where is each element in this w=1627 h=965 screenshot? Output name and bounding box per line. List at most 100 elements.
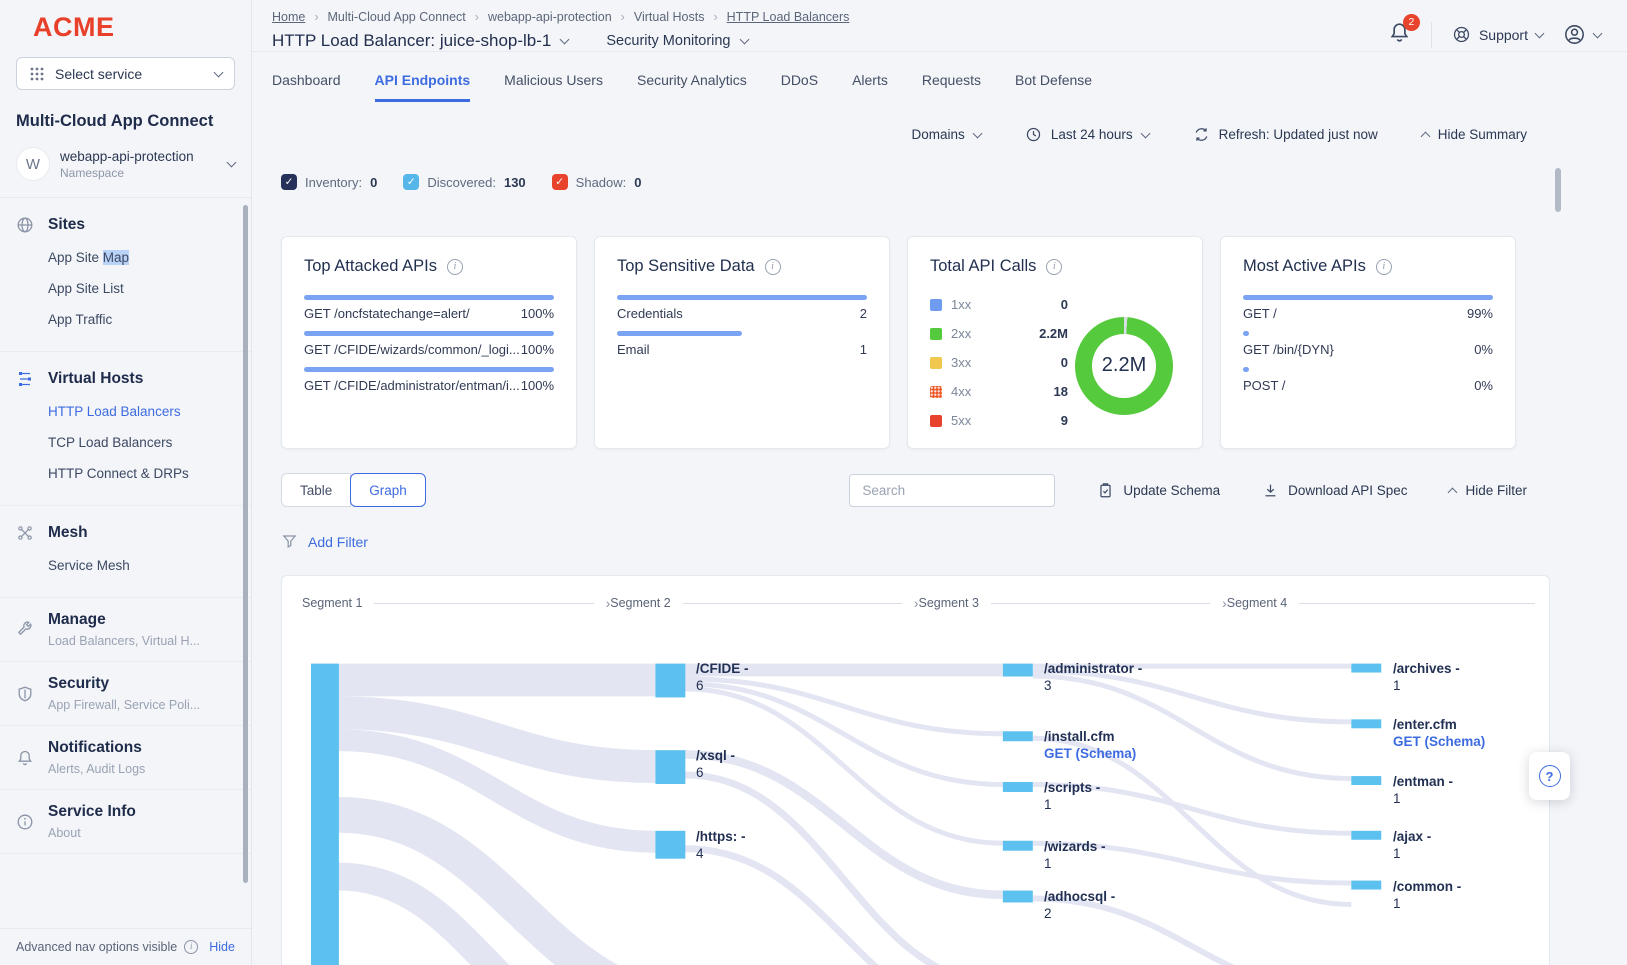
add-filter-label: Add Filter <box>308 534 368 550</box>
account-menu[interactable] <box>1563 23 1601 46</box>
breadcrumb-home[interactable]: Home <box>272 10 305 24</box>
sankey-label-common[interactable]: /common -1 <box>1393 878 1461 912</box>
tab-bot-defense[interactable]: Bot Defense <box>1015 72 1092 102</box>
hide-nav-link[interactable]: Hide <box>209 940 235 954</box>
page-title: HTTP Load Balancer: juice-shop-lb-1 <box>272 31 551 51</box>
info-icon[interactable]: i <box>1376 259 1392 275</box>
legend-label: 5xx <box>951 413 971 428</box>
page-title-dropdown[interactable]: HTTP Load Balancer: juice-shop-lb-1 <box>272 31 568 51</box>
sankey-label-ajax[interactable]: /ajax -1 <box>1393 828 1431 862</box>
toggle-shadow[interactable]: ✓Shadow: 0 <box>552 174 642 190</box>
tab-ddos[interactable]: DDoS <box>781 72 818 102</box>
api-endpoints-graph-panel: Segment 1›Segment 2›Segment 3›Segment 4 … <box>281 575 1550 965</box>
sidebar-group-service-info[interactable]: Service InfoAbout <box>0 790 251 854</box>
namespace-selector[interactable]: W webapp-api-protection Namespace <box>0 147 251 197</box>
update-schema-button[interactable]: Update Schema <box>1097 482 1220 499</box>
sidebar-item-app-traffic[interactable]: App Traffic <box>48 304 251 335</box>
time-range-dropdown[interactable]: Last 24 hours <box>1025 126 1149 143</box>
api-bar-row: GET /CFIDE/wizards/common/_logi...100% <box>304 331 554 357</box>
graph-view-button[interactable]: Graph <box>350 473 426 507</box>
endpoint-name: /xsql - <box>696 747 735 764</box>
sidebar-item-http-load-balancers[interactable]: HTTP Load Balancers <box>48 396 251 427</box>
refresh-label: Refresh: Updated just now <box>1219 127 1378 142</box>
add-filter-button[interactable]: Add Filter <box>281 533 1527 550</box>
support-menu[interactable]: Support <box>1452 25 1543 44</box>
sidebar-item-app-site-map[interactable]: App Site Map <box>48 242 251 273</box>
segment-line <box>991 603 1210 604</box>
sidebar-item-tcp-load-balancers[interactable]: TCP Load Balancers <box>48 427 251 458</box>
shadow-checkbox[interactable]: ✓ <box>552 174 568 190</box>
sankey-label-wizards[interactable]: /wizards -1 <box>1044 838 1106 872</box>
sankey-label-entman[interactable]: /entman -1 <box>1393 773 1453 807</box>
sidebar-nav: SitesApp Site MapApp Site ListApp Traffi… <box>0 197 251 928</box>
sankey-label-enter-cfm[interactable]: /enter.cfmGET (Schema) <box>1393 716 1485 750</box>
tab-requests[interactable]: Requests <box>922 72 981 102</box>
breadcrumb-http-load-balancers[interactable]: HTTP Load Balancers <box>727 10 850 24</box>
tab-malicious-users[interactable]: Malicious Users <box>504 72 603 102</box>
schema-link[interactable]: GET (Schema) <box>1393 733 1485 750</box>
sidebar-scrollbar[interactable] <box>243 205 248 883</box>
breadcrumb-virtual-hosts[interactable]: Virtual Hosts <box>634 10 705 24</box>
3xx-swatch <box>930 357 942 369</box>
api-path: Email <box>617 342 650 357</box>
help-button[interactable]: ? <box>1529 752 1570 800</box>
discovered-checkbox[interactable]: ✓ <box>403 174 419 190</box>
sidebar-group-notifications[interactable]: NotificationsAlerts, Audit Logs <box>0 726 251 790</box>
tab-security-analytics[interactable]: Security Analytics <box>637 72 747 102</box>
sidebar-section-mesh: MeshService Mesh <box>0 506 251 598</box>
search-input[interactable] <box>849 474 1055 507</box>
download-api-spec-label: Download API Spec <box>1288 483 1407 498</box>
sankey-label-archives[interactable]: /archives -1 <box>1393 660 1460 694</box>
sidebar-section-head-mesh[interactable]: Mesh <box>0 514 251 548</box>
sidebar-item-service-mesh[interactable]: Service Mesh <box>48 550 251 581</box>
sankey-label-https[interactable]: /https: -4 <box>696 828 746 862</box>
topbar: Home›Multi-Cloud App Connect›webapp-api-… <box>252 0 1627 52</box>
tab-alerts[interactable]: Alerts <box>852 72 888 102</box>
sidebar-section-head-virtual-hosts[interactable]: Virtual Hosts <box>0 360 251 394</box>
segment-line <box>683 603 902 604</box>
notifications-button[interactable]: 2 <box>1388 21 1411 49</box>
sidebar-group-security[interactable]: SecurityApp Firewall, Service Poli... <box>0 662 251 726</box>
hide-filter-button[interactable]: Hide Filter <box>1449 483 1527 498</box>
bar-fill <box>1243 367 1249 372</box>
tab-dashboard[interactable]: Dashboard <box>272 72 341 102</box>
info-icon[interactable]: i <box>1046 259 1062 275</box>
bar-fill <box>304 295 554 300</box>
sidebar-item-http-connect-drps[interactable]: HTTP Connect & DRPs <box>48 458 251 489</box>
sankey-label-administrator[interactable]: /administrator -3 <box>1044 660 1142 694</box>
table-view-button[interactable]: Table <box>281 473 351 507</box>
legend-item-2xx: 2xx2.2M <box>930 319 1068 348</box>
sankey-label-scripts[interactable]: /scripts -1 <box>1044 779 1100 813</box>
breadcrumb-multi-cloud-app-connect[interactable]: Multi-Cloud App Connect <box>328 10 466 24</box>
tab-api-endpoints[interactable]: API Endpoints <box>375 72 471 102</box>
sidebar-group-manage[interactable]: ManageLoad Balancers, Virtual H... <box>0 598 251 662</box>
info-icon[interactable]: i <box>447 259 463 275</box>
breadcrumb: Home›Multi-Cloud App Connect›webapp-api-… <box>272 10 849 24</box>
toggle-label: Shadow: <box>576 175 627 190</box>
discovery-toggles-row: ✓Inventory: 0✓Discovered: 130✓Shadow: 0 <box>281 174 1527 190</box>
select-service-dropdown[interactable]: Select service <box>16 57 235 90</box>
mesh-icon <box>16 524 34 542</box>
sankey-label-adhocsql[interactable]: /adhocsql -2 <box>1044 888 1115 922</box>
sankey-label-install-cfm[interactable]: /install.cfmGET (Schema) <box>1044 728 1136 762</box>
hide-filter-label: Hide Filter <box>1465 483 1527 498</box>
page-scrollbar[interactable] <box>1555 168 1561 212</box>
toggle-inventory[interactable]: ✓Inventory: 0 <box>281 174 377 190</box>
download-api-spec-button[interactable]: Download API Spec <box>1262 482 1407 499</box>
schema-link[interactable]: GET (Schema) <box>1044 745 1136 762</box>
sankey-label-xsql[interactable]: /xsql -6 <box>696 747 735 781</box>
info-icon[interactable]: i <box>765 259 781 275</box>
sidebar-section-head-sites[interactable]: Sites <box>0 206 251 240</box>
refresh-icon <box>1193 126 1210 143</box>
breadcrumb-webapp-api-protection[interactable]: webapp-api-protection <box>488 10 612 24</box>
refresh-button[interactable]: Refresh: Updated just now <box>1193 126 1378 143</box>
domains-dropdown[interactable]: Domains <box>912 127 981 142</box>
sankey-label-cfide[interactable]: /CFIDE -6 <box>696 660 749 694</box>
hide-summary-button[interactable]: Hide Summary <box>1422 127 1527 142</box>
security-monitoring-dropdown[interactable]: Security Monitoring <box>606 33 747 49</box>
endpoint-count: 1 <box>1393 895 1461 912</box>
group-subtitle: Alerts, Audit Logs <box>48 762 145 776</box>
sidebar-item-app-site-list[interactable]: App Site List <box>48 273 251 304</box>
inventory-checkbox[interactable]: ✓ <box>281 174 297 190</box>
toggle-discovered[interactable]: ✓Discovered: 130 <box>403 174 525 190</box>
